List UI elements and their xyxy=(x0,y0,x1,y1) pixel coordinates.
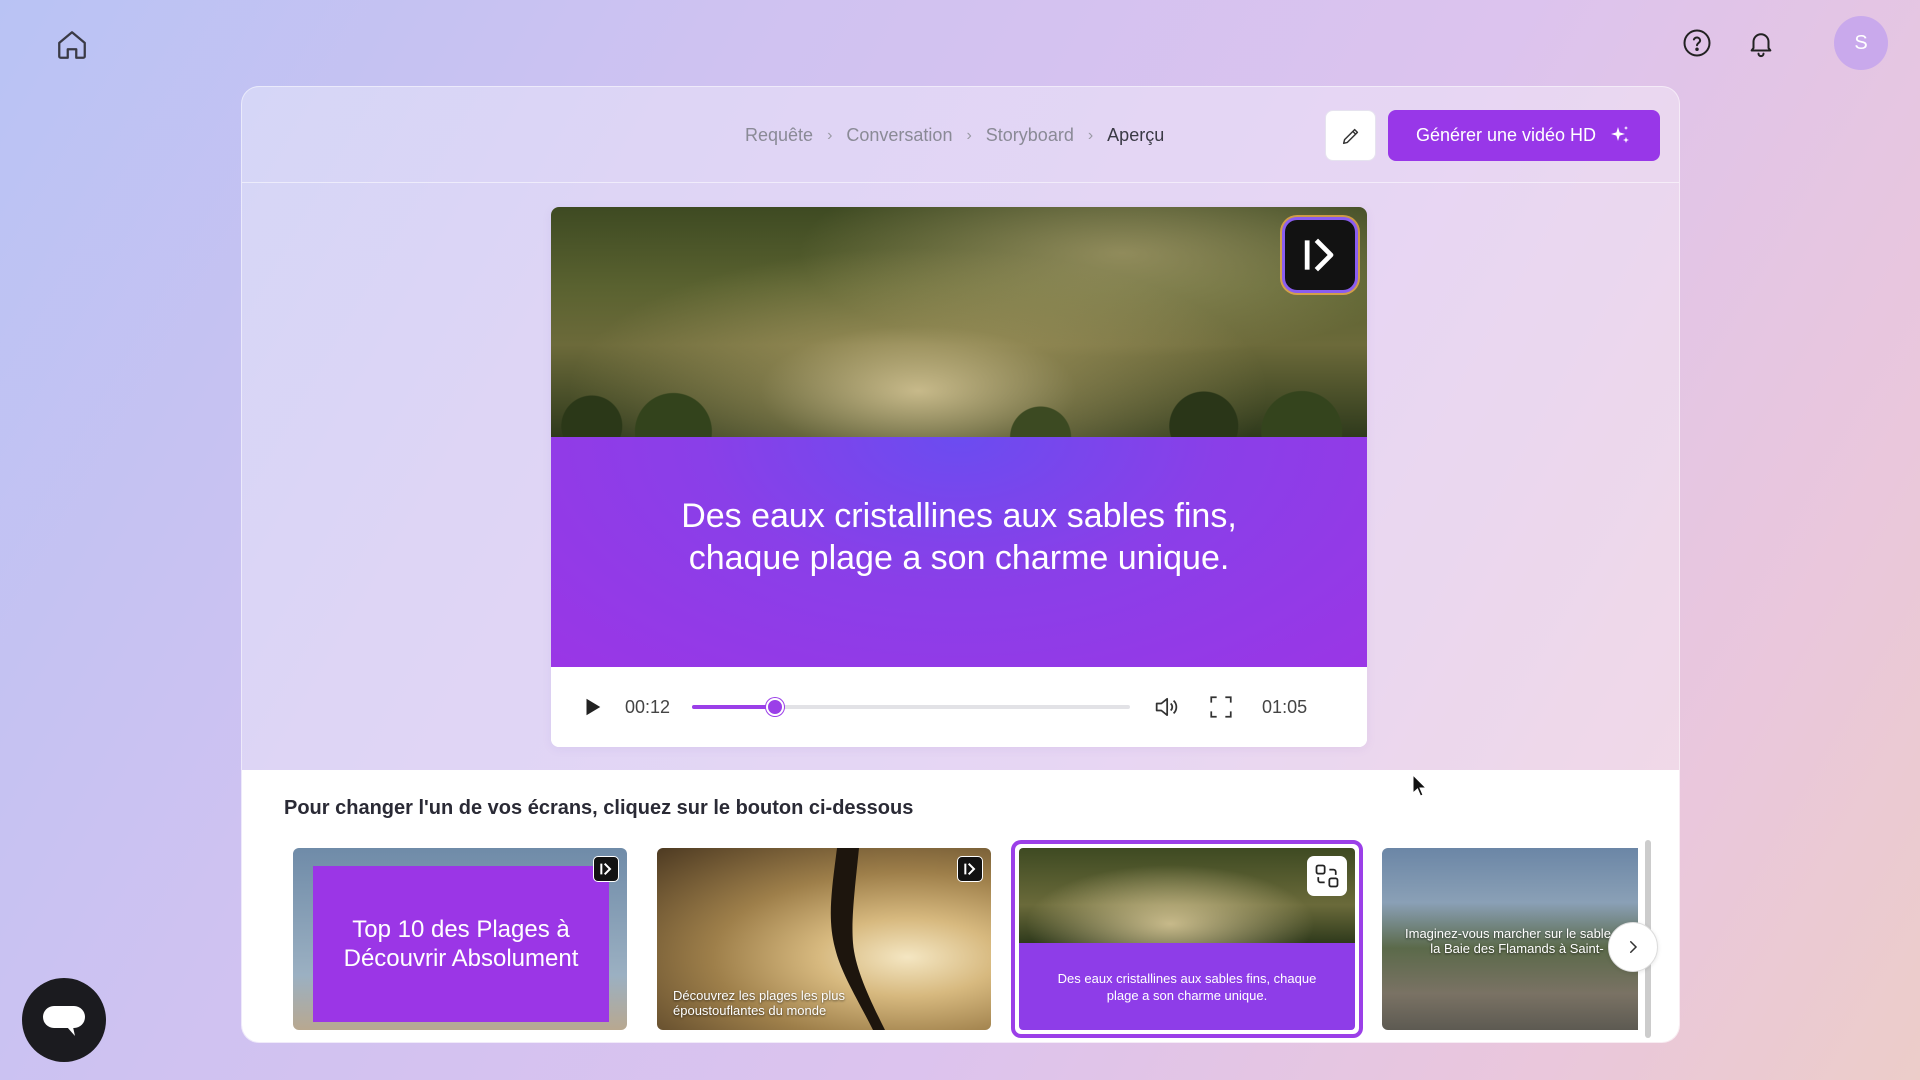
chevron-right-icon: › xyxy=(827,126,833,144)
help-button[interactable] xyxy=(1680,26,1714,60)
generate-hd-video-label: Générer une vidéo HD xyxy=(1415,125,1597,145)
edit-button[interactable] xyxy=(1325,110,1376,161)
total-time: 01:05 xyxy=(1262,696,1308,717)
breadcrumb-item-storyboard[interactable]: Storyboard xyxy=(986,125,1074,146)
pencil-icon xyxy=(1342,128,1358,144)
brand-logo-icon xyxy=(1285,220,1355,290)
thumbnail-screen-1[interactable]: Top 10 des Plages à Découvrir Absolument xyxy=(293,848,627,1030)
thumbnail-screen-2[interactable]: Découvrez les plages les plus époustoufl… xyxy=(657,848,991,1030)
replace-screen-button[interactable] xyxy=(1307,856,1347,896)
avatar[interactable]: S xyxy=(1834,16,1888,70)
progress-fill xyxy=(692,705,776,709)
chevron-right-icon: › xyxy=(966,126,972,144)
breadcrumb-item-conversation[interactable]: Conversation xyxy=(846,125,952,146)
sparkles-icon xyxy=(1611,125,1630,143)
current-time: 00:12 xyxy=(625,696,671,717)
brand-logo-icon xyxy=(957,856,983,882)
home-button[interactable] xyxy=(55,28,89,62)
video-player[interactable]: Des eaux cristallines aux sables fins, c… xyxy=(551,207,1367,747)
chat-bubble-icon xyxy=(43,1006,85,1036)
fullscreen-icon xyxy=(1210,696,1232,718)
volume-icon xyxy=(1155,697,1178,717)
notifications-button[interactable] xyxy=(1744,26,1778,60)
forest-trees xyxy=(551,327,1367,437)
preview-card: Requête › Conversation › Storyboard › Ap… xyxy=(241,86,1680,1043)
chat-button[interactable] xyxy=(22,978,106,1062)
card-header: Requête › Conversation › Storyboard › Ap… xyxy=(242,87,1679,183)
thumbnail-forest xyxy=(1019,848,1355,943)
chevron-right-icon: › xyxy=(1087,126,1094,144)
thumbnail-title-card: Top 10 des Plages à Découvrir Absolument xyxy=(313,866,609,1022)
video-frame-forest xyxy=(551,207,1367,437)
thumbnail-caption-band: Des eaux cristallines aux sables fins, c… xyxy=(1019,943,1355,1030)
progress-knob[interactable] xyxy=(766,698,785,716)
video-caption: Des eaux cristallines aux sables fins, c… xyxy=(681,497,1237,577)
brand-logo-icon xyxy=(593,856,619,882)
mouse-cursor-icon xyxy=(1412,774,1428,797)
breadcrumb-item-apercu[interactable]: Aperçu xyxy=(1107,125,1164,146)
screens-panel: Pour changer l'un de vos écrans, cliquez… xyxy=(242,770,1679,1042)
home-icon xyxy=(58,31,86,59)
progress-slider[interactable] xyxy=(692,698,1131,716)
panel-title: Pour changer l'un de vos écrans, cliquez… xyxy=(284,797,914,819)
breadcrumb-item-requete[interactable]: Requête xyxy=(745,125,813,146)
thumbnail-strip: Top 10 des Plages à Découvrir Absolument… xyxy=(242,840,1679,1038)
thumbnail-screen-4[interactable]: Imaginez-vous marcher sur le sable de la… xyxy=(1382,848,1638,1030)
play-icon xyxy=(586,698,601,716)
generate-hd-video-button[interactable]: Générer une vidéo HD xyxy=(1388,110,1660,161)
breadcrumb: Requête › Conversation › Storyboard › Ap… xyxy=(745,125,1164,146)
avatar-initial: S xyxy=(1854,31,1868,54)
play-button[interactable] xyxy=(581,696,603,718)
bell-icon xyxy=(1750,33,1772,58)
chevron-right-icon xyxy=(1630,941,1638,953)
swap-screen-icon xyxy=(1315,864,1339,888)
player-controls: 00:12 01:05 xyxy=(551,667,1367,747)
fullscreen-button[interactable] xyxy=(1208,694,1234,720)
thumbnail-caption: Imaginez-vous marcher sur le sable de la… xyxy=(1405,926,1629,956)
video-caption-band: Des eaux cristallines aux sables fins, c… xyxy=(551,437,1367,667)
thumbnail-caption: Des eaux cristallines aux sables fins, c… xyxy=(1057,970,1317,1003)
top-right-toolbar: S xyxy=(1680,16,1888,70)
thumbnail-screen-3-selected[interactable]: Des eaux cristallines aux sables fins, c… xyxy=(1011,840,1363,1038)
thumbnail-caption: Découvrez les plages les plus époustoufl… xyxy=(673,988,845,1018)
thumbnail-inner: Des eaux cristallines aux sables fins, c… xyxy=(1019,848,1355,1030)
volume-button[interactable] xyxy=(1152,693,1180,721)
next-thumbnails-button[interactable] xyxy=(1608,922,1658,972)
thumbnail-text: Top 10 des Plages à Découvrir Absolument xyxy=(343,916,579,972)
help-circle-icon xyxy=(1683,29,1711,57)
